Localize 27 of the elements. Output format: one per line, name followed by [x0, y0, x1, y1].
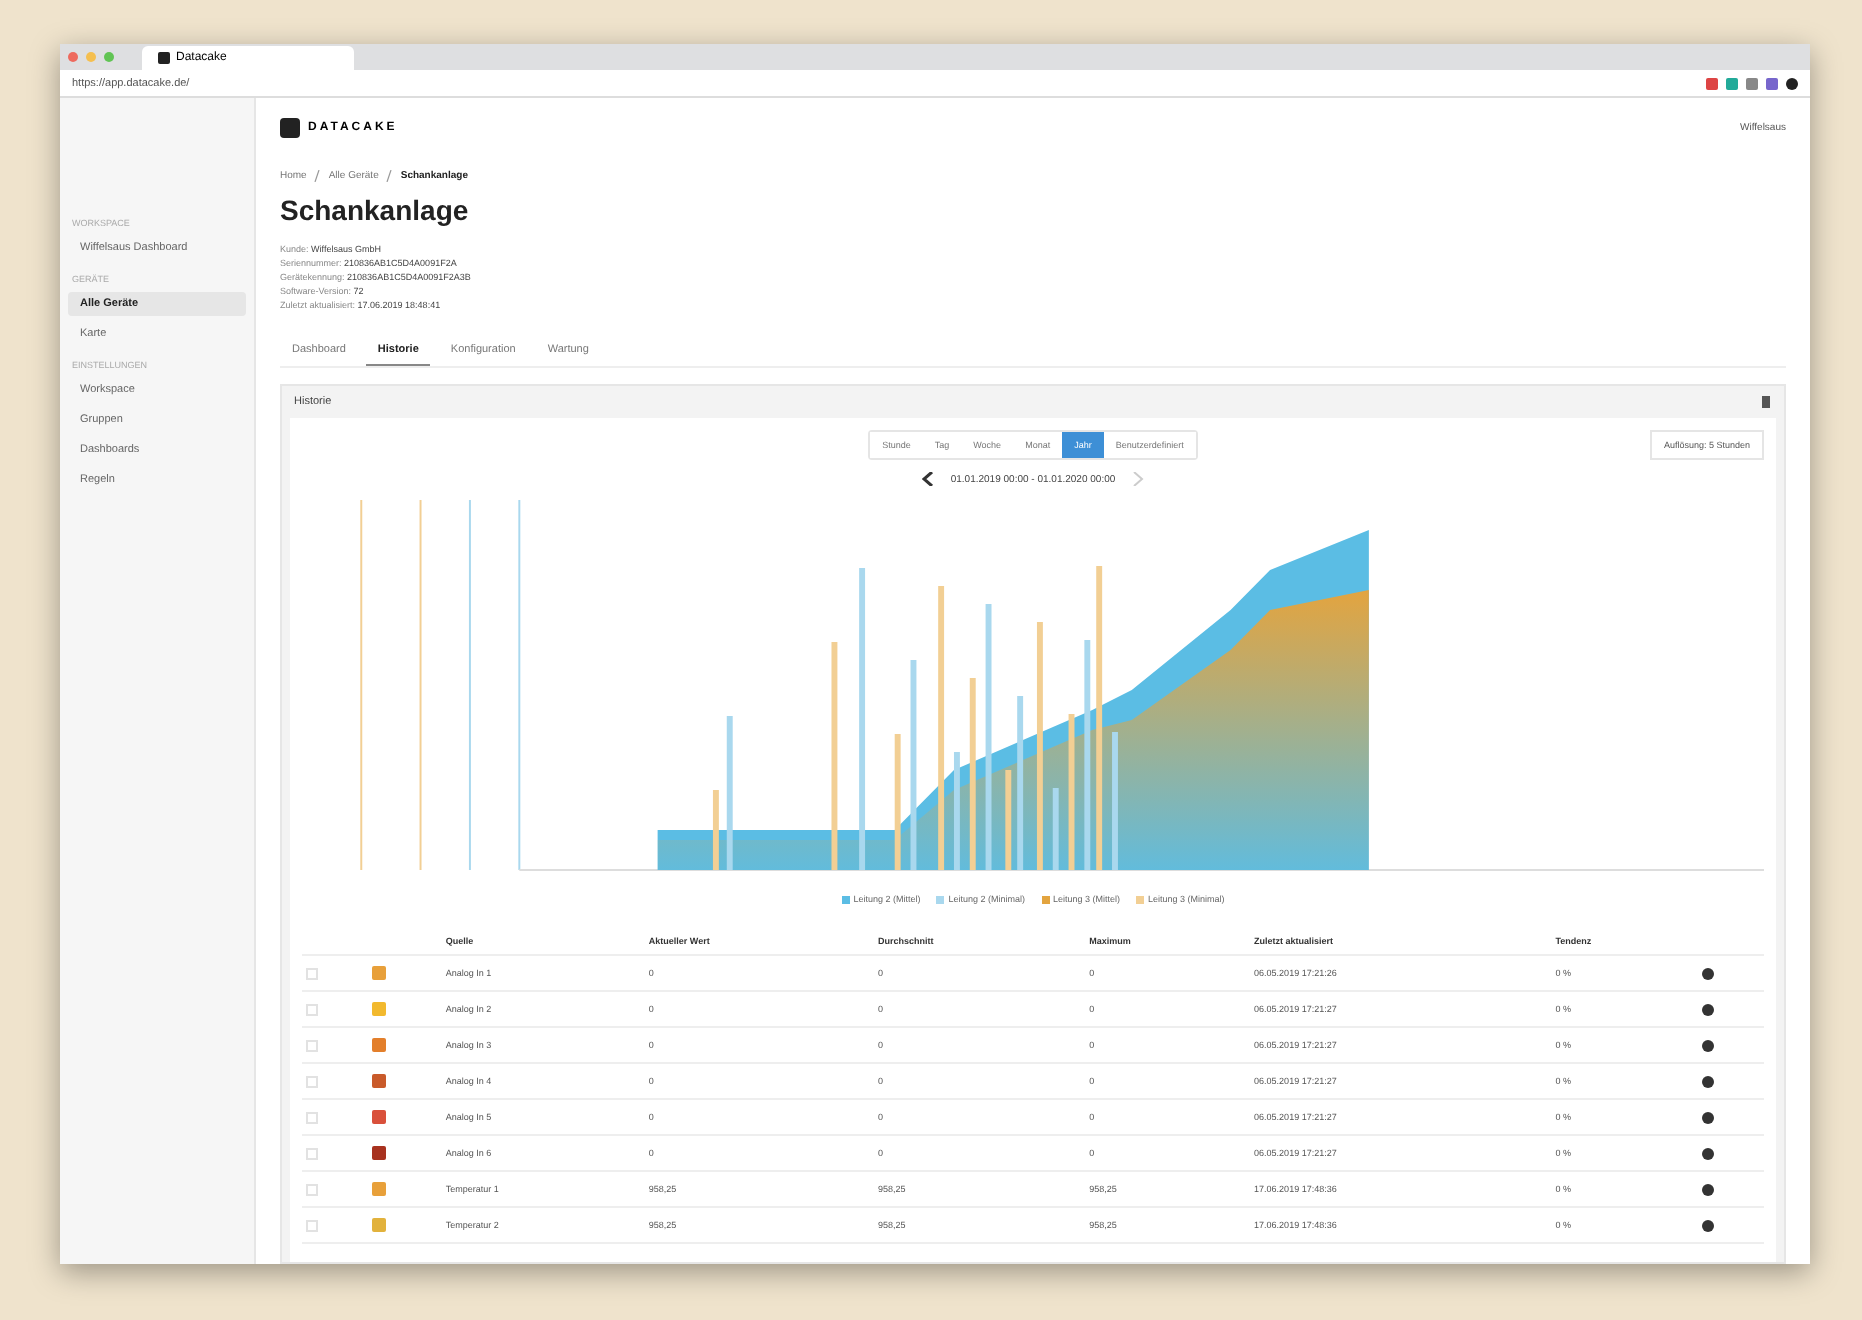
settings-icon[interactable] [1701, 1219, 1714, 1231]
minimize-dot[interactable] [86, 52, 96, 62]
row-checkbox[interactable] [306, 1147, 318, 1159]
settings-icon[interactable] [1701, 1075, 1714, 1087]
row-checkbox[interactable] [306, 1039, 318, 1051]
separator-icon [314, 170, 321, 182]
separator-icon [386, 170, 393, 182]
row-checkbox[interactable] [306, 967, 318, 979]
previous-icon[interactable] [922, 472, 935, 486]
row-checkbox[interactable] [306, 1075, 318, 1087]
next-icon[interactable] [1131, 472, 1144, 486]
settings-icon[interactable] [1701, 1003, 1714, 1015]
row-checkbox[interactable] [306, 1183, 318, 1195]
settings-icon[interactable] [1701, 1039, 1714, 1051]
close-dot[interactable] [68, 52, 78, 62]
zoom-dot[interactable] [104, 52, 114, 62]
logo-icon [280, 118, 300, 138]
settings-icon[interactable] [1701, 1183, 1714, 1195]
settings-icon[interactable] [1701, 967, 1714, 979]
settings-icon[interactable] [1701, 1111, 1714, 1123]
settings-icon[interactable] [1701, 1147, 1714, 1159]
row-checkbox[interactable] [306, 1003, 318, 1015]
download-icon[interactable] [1760, 396, 1772, 408]
extension-icons[interactable] [1706, 77, 1798, 89]
row-checkbox[interactable] [306, 1219, 318, 1231]
row-checkbox[interactable] [306, 1111, 318, 1123]
page-title: Schankanlage [280, 194, 471, 226]
